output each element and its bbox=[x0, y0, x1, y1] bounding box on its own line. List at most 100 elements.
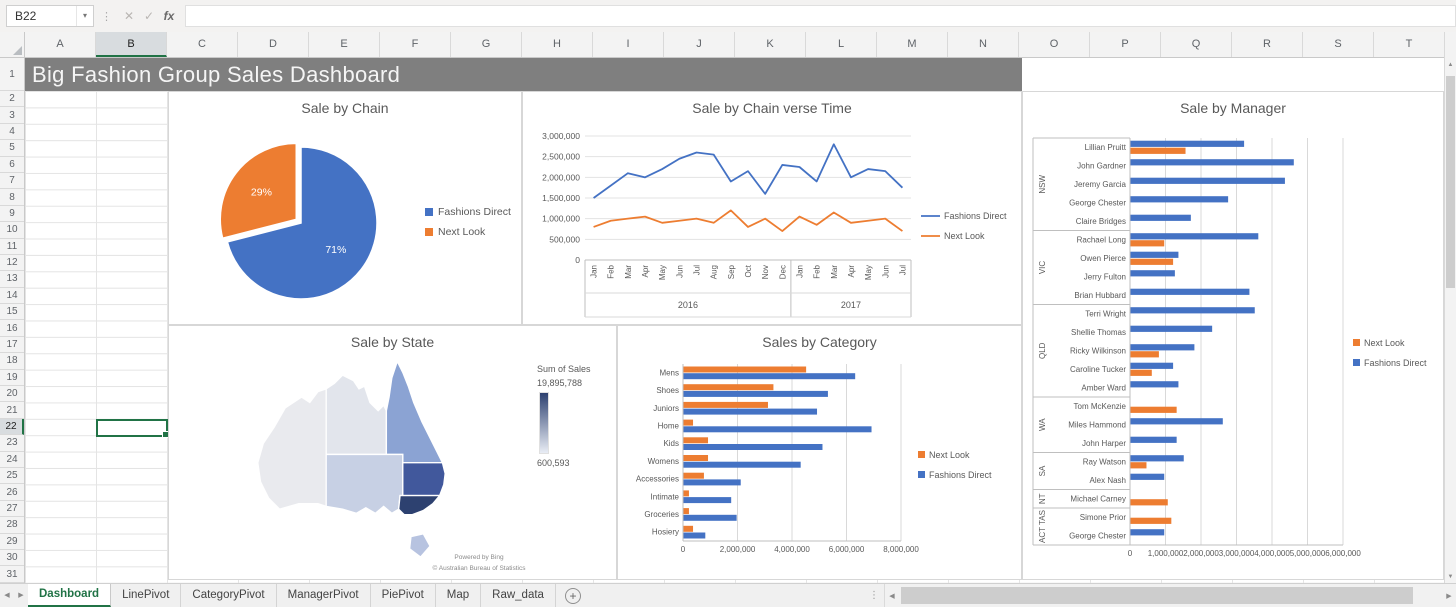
column-header-a[interactable]: A bbox=[25, 32, 96, 57]
category-label: Ricky Wilkinson bbox=[1070, 346, 1126, 355]
map-state-qld[interactable] bbox=[385, 359, 444, 464]
month-label: Apr bbox=[847, 265, 856, 278]
horizontal-scrollbar[interactable]: ◀ ▶ bbox=[884, 584, 1456, 607]
map-state-sa[interactable] bbox=[325, 453, 404, 515]
column-header-g[interactable]: G bbox=[451, 32, 522, 57]
column-header-p[interactable]: P bbox=[1090, 32, 1161, 57]
scroll-right-icon[interactable]: ▶ bbox=[1442, 592, 1456, 600]
x-tick-label: 6,000,000 bbox=[829, 545, 865, 554]
column-header-o[interactable]: O bbox=[1019, 32, 1090, 57]
row-header-11[interactable]: 11 bbox=[0, 239, 24, 255]
row-header-6[interactable]: 6 bbox=[0, 157, 24, 173]
row-header-30[interactable]: 30 bbox=[0, 550, 24, 567]
row-header-28[interactable]: 28 bbox=[0, 517, 24, 534]
column-header-k[interactable]: K bbox=[735, 32, 806, 57]
row-header-24[interactable]: 24 bbox=[0, 452, 24, 468]
row-header-18[interactable]: 18 bbox=[0, 353, 24, 370]
row-header-10[interactable]: 10 bbox=[0, 222, 24, 239]
column-header-i[interactable]: I bbox=[593, 32, 664, 57]
enter-icon[interactable]: ✓ bbox=[139, 9, 159, 23]
row-header-22[interactable]: 22 bbox=[0, 418, 24, 436]
row-header-13[interactable]: 13 bbox=[0, 271, 24, 288]
row-header-17[interactable]: 17 bbox=[0, 337, 24, 354]
category-label: Owen Pierce bbox=[1080, 254, 1126, 263]
column-header-c[interactable]: C bbox=[167, 32, 238, 57]
tab-scrollbar-splitter[interactable]: ⋮ bbox=[864, 584, 884, 607]
row-header-23[interactable]: 23 bbox=[0, 435, 24, 452]
row-header-26[interactable]: 26 bbox=[0, 484, 24, 501]
map-state-vic[interactable] bbox=[397, 494, 442, 516]
row-header-2[interactable]: 2 bbox=[0, 91, 24, 108]
chart-sale-by-state[interactable]: Sale by State Sum of Sales 19,895,788 60… bbox=[168, 325, 617, 580]
row-header-27[interactable]: 27 bbox=[0, 501, 24, 518]
row-header-19[interactable]: 19 bbox=[0, 370, 24, 387]
chart-sale-by-chain[interactable]: Sale by Chain 71% 29% Fashions Direct Next… bbox=[168, 91, 522, 325]
row-header-21[interactable]: 21 bbox=[0, 402, 24, 419]
cancel-icon[interactable]: ✕ bbox=[119, 9, 139, 23]
row-header-14[interactable]: 14 bbox=[0, 288, 24, 305]
column-header-h[interactable]: H bbox=[522, 32, 593, 57]
scroll-up-icon[interactable]: ▲ bbox=[1445, 62, 1456, 68]
column-header-n[interactable]: N bbox=[948, 32, 1019, 57]
cell-selection-b22[interactable] bbox=[96, 419, 169, 438]
column-header-e[interactable]: E bbox=[309, 32, 380, 57]
select-all-corner[interactable] bbox=[0, 32, 25, 58]
row-header-9[interactable]: 9 bbox=[0, 206, 24, 223]
row-header-16[interactable]: 16 bbox=[0, 320, 24, 337]
row-header-7[interactable]: 7 bbox=[0, 173, 24, 190]
formula-input[interactable] bbox=[185, 5, 1456, 27]
bar-fashions-direct bbox=[1130, 214, 1191, 221]
sheet-tab-managerpivot[interactable]: ManagerPivot bbox=[277, 584, 371, 607]
column-header-b[interactable]: B bbox=[96, 32, 167, 57]
row-header-5[interactable]: 5 bbox=[0, 140, 24, 157]
horizontal-scroll-track[interactable] bbox=[899, 584, 1442, 607]
sheet-tab-categorypivot[interactable]: CategoryPivot bbox=[181, 584, 277, 607]
row-header-15[interactable]: 15 bbox=[0, 304, 24, 321]
new-sheet-button[interactable]: + bbox=[564, 587, 581, 604]
column-header-s[interactable]: S bbox=[1303, 32, 1374, 57]
column-header-f[interactable]: F bbox=[380, 32, 451, 57]
insert-function-icon[interactable]: fx bbox=[159, 9, 179, 23]
horizontal-scroll-thumb[interactable] bbox=[901, 587, 1413, 604]
sheet-tab-piepivot[interactable]: PiePivot bbox=[371, 584, 436, 607]
chart-sale-by-manager[interactable]: Sale by Manager 0 1,000,000 2,000,000 3,000… bbox=[1022, 91, 1444, 580]
chart-sales-by-category[interactable]: Sales by Category 0 2,000,000 4,000,000 6,0… bbox=[617, 325, 1022, 580]
tab-scroll-right-icon[interactable]: ▶ bbox=[14, 584, 28, 607]
column-header-l[interactable]: L bbox=[806, 32, 877, 57]
column-header-t[interactable]: T bbox=[1374, 32, 1444, 57]
sheet-tab-dashboard[interactable]: Dashboard bbox=[28, 584, 112, 607]
row-header-1[interactable]: 1 bbox=[0, 58, 24, 91]
sheet-tab-map[interactable]: Map bbox=[436, 584, 482, 607]
row-header-3[interactable]: 3 bbox=[0, 107, 24, 124]
tab-scroll-left-icon[interactable]: ◀ bbox=[0, 584, 14, 607]
map-state-nt[interactable] bbox=[325, 374, 388, 456]
column-header-d[interactable]: D bbox=[238, 32, 309, 57]
chart-sale-by-chain-verse-time[interactable]: Sale by Chain verse Time 0 500,000 1,000,0… bbox=[522, 91, 1022, 325]
row-header-12[interactable]: 12 bbox=[0, 255, 24, 272]
bar-next-look bbox=[1130, 406, 1177, 413]
bar-fashions-direct bbox=[1130, 196, 1229, 203]
column-header-r[interactable]: R bbox=[1232, 32, 1303, 57]
column-header-m[interactable]: M bbox=[877, 32, 948, 57]
category-label: Intimate bbox=[651, 492, 680, 501]
vertical-scroll-thumb[interactable] bbox=[1446, 76, 1455, 288]
row-header-8[interactable]: 8 bbox=[0, 189, 24, 206]
scroll-down-icon[interactable]: ▼ bbox=[1445, 574, 1456, 580]
line-series-fashions-direct bbox=[593, 143, 904, 199]
map-legend-min: 600,593 bbox=[537, 458, 570, 468]
row-header-20[interactable]: 20 bbox=[0, 386, 24, 403]
row-header-29[interactable]: 29 bbox=[0, 534, 24, 550]
sheet-tab-raw_data[interactable]: Raw_data bbox=[481, 584, 556, 607]
row-header-25[interactable]: 25 bbox=[0, 468, 24, 485]
map-state-nsw[interactable] bbox=[402, 462, 446, 497]
scroll-left-icon[interactable]: ◀ bbox=[885, 592, 899, 600]
map-state-wa[interactable] bbox=[257, 387, 327, 510]
column-header-q[interactable]: Q bbox=[1161, 32, 1232, 57]
name-box[interactable]: B22 ▾ bbox=[6, 5, 94, 27]
row-header-4[interactable]: 4 bbox=[0, 124, 24, 141]
vertical-scrollbar[interactable]: ▲ ▼ bbox=[1444, 32, 1456, 583]
column-header-j[interactable]: J bbox=[664, 32, 735, 57]
sheet-tab-linepivot[interactable]: LinePivot bbox=[111, 584, 182, 607]
row-header-31[interactable]: 31 bbox=[0, 566, 24, 583]
name-box-dropdown-icon[interactable]: ▾ bbox=[76, 6, 93, 26]
